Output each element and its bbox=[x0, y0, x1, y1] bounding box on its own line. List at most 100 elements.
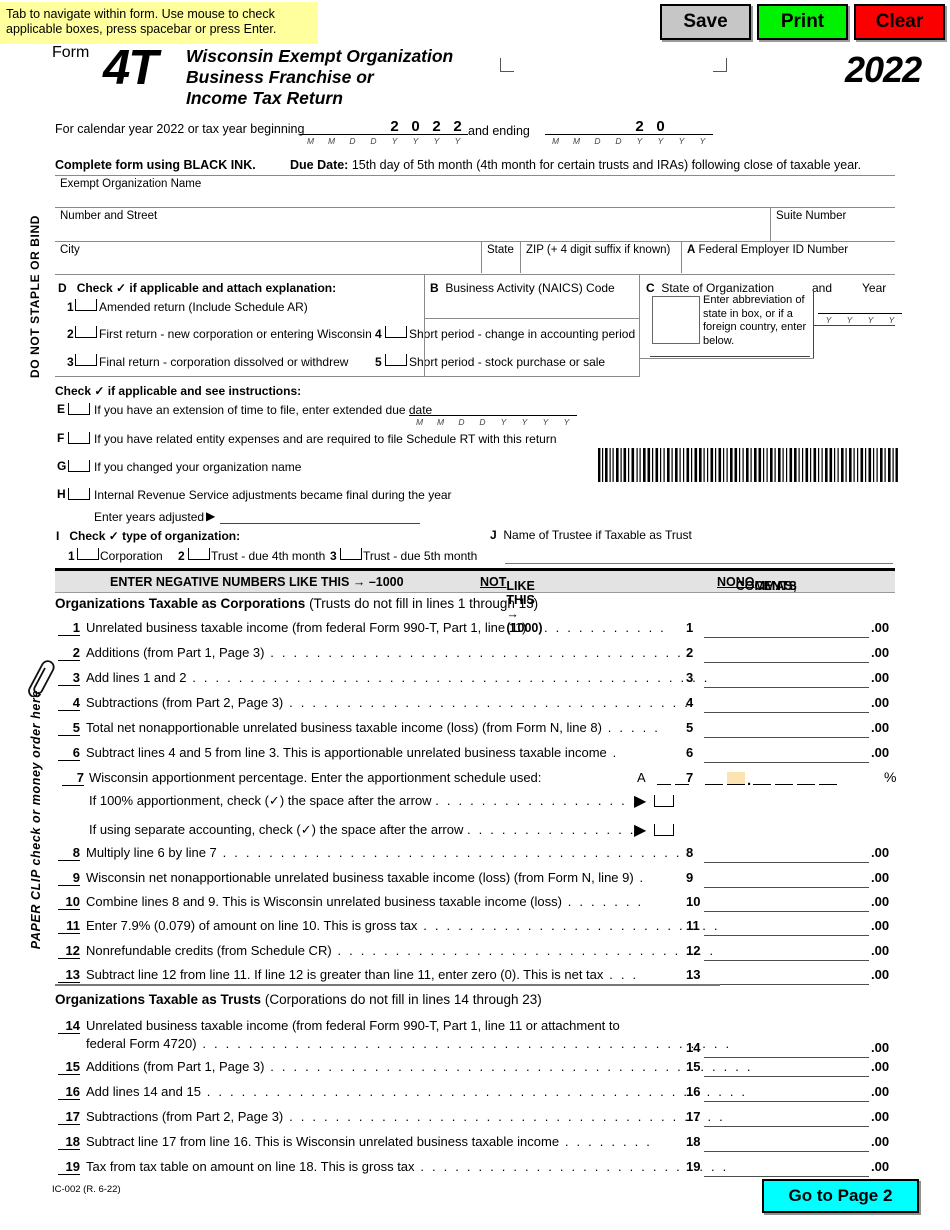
line-17-amount-input[interactable] bbox=[704, 1107, 869, 1127]
line-16-cents: .00 bbox=[871, 1084, 890, 1099]
line-4-text: Subtractions (from Part 2, Page 3) . . .… bbox=[86, 695, 691, 710]
extended-due-date-field[interactable]: MMDDYYYY bbox=[409, 400, 577, 430]
clear-button[interactable]: Clear bbox=[854, 4, 945, 40]
date-digit-cell[interactable]: 0Y bbox=[405, 119, 426, 146]
line-9-amount-input[interactable] bbox=[704, 868, 869, 888]
line-19-number: 19 bbox=[58, 1159, 80, 1175]
line-9-cents: .00 bbox=[871, 870, 890, 885]
line-7-separate-accounting-checkbox[interactable] bbox=[654, 824, 674, 836]
corporations-section-heading: Organizations Taxable as Corporations (T… bbox=[55, 596, 538, 611]
line-7-sub1-arrow-icon: ▶ bbox=[634, 793, 647, 810]
save-button[interactable]: Save bbox=[660, 4, 751, 40]
date-digit-cell[interactable]: 0Y bbox=[650, 119, 671, 146]
fein-input[interactable] bbox=[685, 258, 891, 274]
date-digit-cell[interactable]: Y bbox=[535, 400, 556, 427]
date-digit-cell[interactable]: 2Y bbox=[384, 119, 405, 146]
date-digit-cell[interactable]: D bbox=[472, 400, 493, 427]
line-7-percentage-input[interactable]: . bbox=[703, 772, 839, 790]
d-checkbox-amended-return[interactable] bbox=[75, 299, 97, 311]
city-input[interactable] bbox=[58, 258, 478, 274]
date-digit-cell[interactable]: M bbox=[321, 119, 342, 146]
zip-input[interactable] bbox=[524, 258, 674, 274]
line-16-amount-input[interactable] bbox=[704, 1082, 869, 1102]
naics-code-input[interactable] bbox=[430, 298, 630, 314]
line-19-amount-input[interactable] bbox=[704, 1157, 869, 1177]
date-digit-cell[interactable]: Y bbox=[839, 298, 860, 325]
date-digit-cell[interactable]: M bbox=[409, 400, 430, 427]
line-18-amount-input[interactable] bbox=[704, 1132, 869, 1152]
date-digit-cell[interactable]: D bbox=[342, 119, 363, 146]
date-digit-cell[interactable]: M bbox=[566, 119, 587, 146]
line-7-focused-digit[interactable] bbox=[727, 772, 745, 785]
date-digit-cell[interactable]: M bbox=[430, 400, 451, 427]
date-digit-cell[interactable]: Y bbox=[493, 400, 514, 427]
line-3-amount-input[interactable] bbox=[704, 668, 869, 688]
org-type-corporation-checkbox[interactable] bbox=[77, 548, 99, 560]
d-checkbox-final-return[interactable] bbox=[75, 354, 97, 366]
foreign-country-input[interactable] bbox=[650, 342, 810, 357]
date-digit-cell[interactable]: D bbox=[363, 119, 384, 146]
line-15-number: 15 bbox=[58, 1059, 80, 1075]
line-13-amount-input[interactable] bbox=[704, 965, 869, 985]
years-adjusted-input[interactable] bbox=[220, 509, 420, 524]
line-5-amount-input[interactable] bbox=[704, 718, 869, 738]
date-digit-cell[interactable]: 2Y bbox=[426, 119, 447, 146]
form-navigation-tip: Tab to navigate within form. Use mouse t… bbox=[0, 2, 318, 44]
line-14-amount-input[interactable] bbox=[704, 1038, 869, 1058]
d-checkbox-first-return[interactable] bbox=[75, 326, 97, 338]
date-digit-cell[interactable]: D bbox=[451, 400, 472, 427]
line-10-amount-input[interactable] bbox=[704, 892, 869, 912]
date-digit-cell[interactable]: 2Y bbox=[447, 119, 468, 146]
check-f-schedule-rt-checkbox[interactable] bbox=[68, 432, 90, 444]
line-1-amount-input[interactable] bbox=[704, 618, 869, 638]
line-8-amount-input[interactable] bbox=[704, 843, 869, 863]
section-d-heading: D Check ✓ if applicable and attach expla… bbox=[58, 281, 336, 295]
date-digit-cell[interactable]: Y bbox=[514, 400, 535, 427]
org-type-trust-5th-month-checkbox[interactable] bbox=[340, 548, 362, 560]
check-e-label: If you have an extension of time to file… bbox=[94, 403, 433, 417]
check-g-name-change-checkbox[interactable] bbox=[68, 460, 90, 472]
line-15-right-number: 15 bbox=[686, 1059, 701, 1074]
d-checkbox-short-period-accounting[interactable] bbox=[385, 326, 407, 338]
trustee-name-input[interactable] bbox=[505, 548, 893, 564]
go-to-page-2-button[interactable]: Go to Page 2 bbox=[762, 1179, 919, 1213]
date-digit-cell[interactable]: M bbox=[300, 119, 321, 146]
date-digit-cell[interactable]: M bbox=[545, 119, 566, 146]
section-j-heading: J Name of Trustee if Taxable as Trust bbox=[490, 528, 692, 542]
d-checkbox-short-period-stock[interactable] bbox=[385, 354, 407, 366]
line-15-amount-input[interactable] bbox=[704, 1057, 869, 1077]
date-digit-cell[interactable]: Y bbox=[860, 298, 881, 325]
org-type-trust-4th-month-checkbox[interactable] bbox=[188, 548, 210, 560]
state-of-organization-input[interactable] bbox=[652, 296, 700, 344]
line-7-full-apportionment-checkbox[interactable] bbox=[654, 795, 674, 807]
check-e-extension-checkbox[interactable] bbox=[68, 403, 90, 415]
date-digit-cell[interactable]: Y bbox=[818, 298, 839, 325]
line-6-amount-input[interactable] bbox=[704, 743, 869, 763]
form-title-line-3: Income Tax Return bbox=[186, 88, 343, 108]
line-2-amount-input[interactable] bbox=[704, 643, 869, 663]
line-8-right-number: 8 bbox=[686, 845, 694, 860]
suite-number-input[interactable] bbox=[774, 225, 892, 241]
line-11-amount-input[interactable] bbox=[704, 916, 869, 936]
line-1-cents: .00 bbox=[871, 620, 890, 635]
org-name-input[interactable] bbox=[58, 192, 892, 208]
state-input[interactable] bbox=[485, 258, 513, 274]
date-digit-cell[interactable]: Y bbox=[671, 119, 692, 146]
date-digit-cell[interactable]: D bbox=[587, 119, 608, 146]
date-digit-cell[interactable]: Y bbox=[556, 400, 577, 427]
print-button[interactable]: Print bbox=[757, 4, 848, 40]
check-h-irs-adjustments-checkbox[interactable] bbox=[68, 488, 90, 500]
line-13-text: Subtract line 12 from line 11. If line 1… bbox=[86, 967, 639, 982]
tax-year-end-field[interactable]: MMDD2Y0YYY bbox=[545, 119, 713, 149]
section-c-year-field[interactable]: YYYY bbox=[818, 298, 902, 328]
tax-year-begin-field[interactable]: MMDD2Y0Y2Y2Y bbox=[300, 119, 468, 149]
line-12-amount-input[interactable] bbox=[704, 941, 869, 961]
d-item-4-label: Short period - change in accounting peri… bbox=[409, 327, 636, 341]
line-12-text: Nonrefundable credits (from Schedule CR)… bbox=[86, 943, 716, 958]
line-4-amount-input[interactable] bbox=[704, 693, 869, 713]
date-digit-cell[interactable]: 2Y bbox=[629, 119, 650, 146]
date-digit-cell[interactable]: D bbox=[608, 119, 629, 146]
street-input[interactable] bbox=[58, 225, 768, 241]
date-digit-cell[interactable]: Y bbox=[881, 298, 902, 325]
date-digit-cell[interactable]: Y bbox=[692, 119, 713, 146]
